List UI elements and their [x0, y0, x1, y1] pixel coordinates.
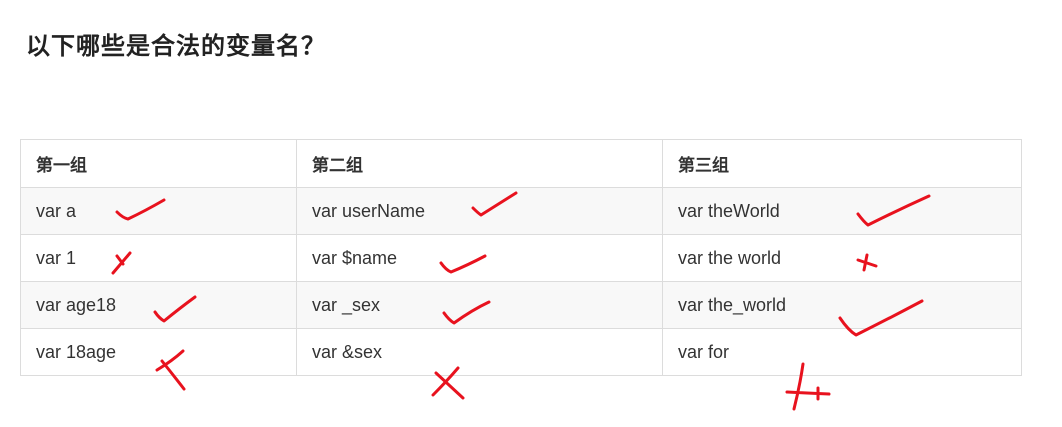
table-cell: var _sex [296, 281, 663, 329]
table-cell: var the world [662, 234, 1022, 282]
table-cell: var $name [296, 234, 663, 282]
table-row: var 18age var &sex var for [20, 328, 1022, 376]
table-cell: var 18age [20, 328, 297, 376]
header-group-1: 第一组 [20, 139, 297, 188]
table-cell: var the_world [662, 281, 1022, 329]
table-cell: var a [20, 187, 297, 235]
table-cell: var userName [296, 187, 663, 235]
variable-names-table: 第一组 第二组 第三组 var a var userName var theWo… [20, 139, 1022, 376]
table-row: var age18 var _sex var the_world [20, 281, 1022, 329]
table-cell: var 1 [20, 234, 297, 282]
table-cell: var age18 [20, 281, 297, 329]
page-title: 以下哪些是合法的变量名？ [26, 32, 326, 60]
table-cell: var &sex [296, 328, 663, 376]
table-cell: var theWorld [662, 187, 1022, 235]
table-row: var 1 var $name var the world [20, 234, 1022, 282]
table-cell: var for [662, 328, 1022, 376]
table-row: var a var userName var theWorld [20, 187, 1022, 235]
table-header-row: 第一组 第二组 第三组 [20, 139, 1022, 188]
header-group-3: 第三组 [662, 139, 1022, 188]
header-group-2: 第二组 [296, 139, 663, 188]
